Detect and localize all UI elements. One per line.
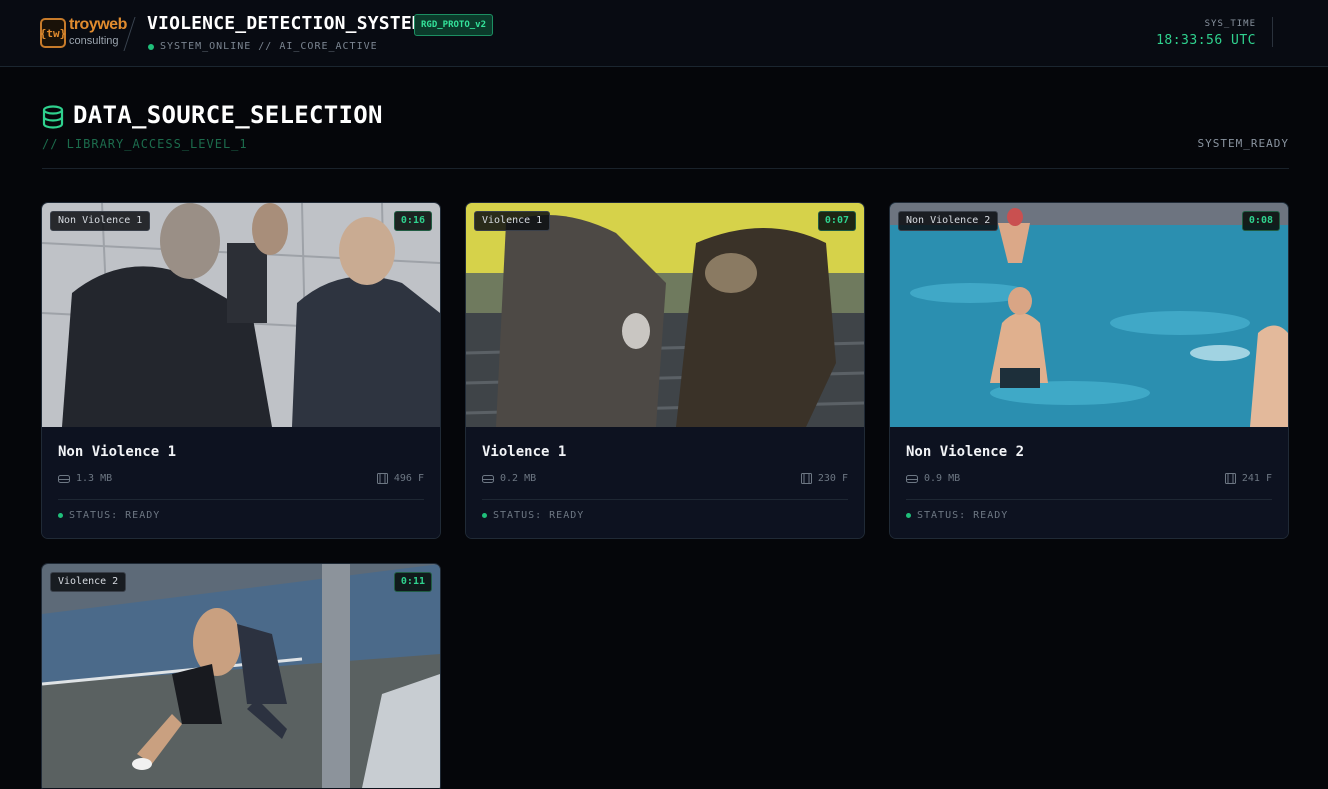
video-duration: 0:07 [817, 211, 856, 231]
video-status-text: STATUS: READY [493, 510, 585, 521]
video-size: 0.2 MB [482, 473, 536, 484]
card-details: Non Violence 1 1.3 MB 496 F STATUS: READ… [42, 427, 440, 538]
video-thumbnail[interactable]: Non Violence 1 0:16 [42, 203, 440, 427]
video-title: Violence 1 [482, 444, 567, 460]
card-divider [58, 499, 424, 500]
video-frames-text: 230 F [817, 473, 848, 484]
video-size-text: 0.9 MB [924, 473, 961, 484]
header-right-divider [1272, 17, 1273, 47]
video-title: Non Violence 1 [58, 444, 177, 460]
video-frames-text: 496 F [393, 473, 424, 484]
section-subtitle: // LIBRARY_ACCESS_LEVEL_1 [42, 137, 248, 151]
system-title: VIOLENCE_DETECTION_SYSTEM [147, 13, 423, 34]
video-card-violence-2[interactable]: Violence 2 0:11 [41, 563, 441, 789]
video-thumbnail[interactable]: Non Violence 2 0:08 [890, 203, 1288, 427]
card-details: Violence 1 0.2 MB 230 F STATUS: READY [466, 427, 864, 538]
logo-mark: {tw} [40, 18, 66, 48]
video-card-non-violence-2[interactable]: Non Violence 2 0:08 Non Violence 2 0.9 M… [889, 202, 1289, 539]
card-details: Non Violence 2 0.9 MB 241 F STATUS: READ… [890, 427, 1288, 538]
video-duration: 0:16 [393, 211, 432, 231]
video-status: STATUS: READY [906, 510, 1008, 521]
video-title: Non Violence 2 [906, 444, 1025, 460]
video-frames: 496 F [376, 473, 424, 484]
video-status-text: STATUS: READY [69, 510, 161, 521]
film-icon [1224, 473, 1236, 484]
video-size: 1.3 MB [58, 473, 112, 484]
video-frames: 230 F [800, 473, 848, 484]
sys-time-value: 18:33:56 UTC [1156, 33, 1256, 48]
video-status-text: STATUS: READY [917, 510, 1009, 521]
hard-drive-icon [58, 474, 70, 483]
video-card-non-violence-1[interactable]: Non Violence 1 0:16 Non Violence 1 1.3 M… [41, 202, 441, 539]
logo-primary: troyweb [69, 16, 127, 33]
status-dot [906, 513, 911, 518]
top-bar: {tw} troyweb consulting VIOLENCE_DETECTI… [0, 0, 1328, 67]
video-status: STATUS: READY [482, 510, 584, 521]
video-frames-text: 241 F [1241, 473, 1272, 484]
video-status: STATUS: READY [58, 510, 160, 521]
video-thumbnail[interactable]: Violence 1 0:07 [466, 203, 864, 427]
sys-time-label: SYS_TIME [1204, 19, 1256, 29]
video-duration: 0:08 [1241, 211, 1280, 231]
hard-drive-icon [906, 474, 918, 483]
video-tag: Violence 2 [50, 572, 127, 592]
video-tag: Non Violence 2 [898, 211, 999, 231]
status-dot [148, 43, 154, 50]
status-dot [58, 513, 63, 518]
system-status: SYSTEM_ONLINE // AI_CORE_ACTIVE [148, 41, 378, 52]
troyweb-logo[interactable]: {tw} troyweb consulting [40, 16, 127, 52]
database-icon [42, 105, 64, 129]
card-divider [482, 499, 848, 500]
system-status-text: SYSTEM_ONLINE // AI_CORE_ACTIVE [160, 41, 378, 52]
section-state: SYSTEM_READY [1197, 137, 1289, 150]
video-thumbnail[interactable]: Violence 2 0:11 [42, 564, 440, 788]
video-card-violence-1[interactable]: Violence 1 0:07 Violence 1 0.2 MB 230 F … [465, 202, 865, 539]
video-size: 0.9 MB [906, 473, 960, 484]
version-badge: RGD_PROTO_v2 [414, 14, 494, 36]
hard-drive-icon [482, 474, 494, 483]
status-dot [482, 513, 487, 518]
film-icon [800, 473, 812, 484]
logo-secondary: consulting [69, 35, 119, 47]
film-icon [376, 473, 388, 484]
video-size-text: 0.2 MB [500, 473, 537, 484]
video-frames: 241 F [1224, 473, 1272, 484]
video-tag: Non Violence 1 [50, 211, 151, 231]
video-duration: 0:11 [393, 572, 432, 592]
section-title: DATA_SOURCE_SELECTION [73, 101, 383, 129]
video-tag: Violence 1 [474, 211, 551, 231]
card-divider [906, 499, 1272, 500]
section-divider [42, 168, 1289, 169]
video-size-text: 1.3 MB [76, 473, 113, 484]
